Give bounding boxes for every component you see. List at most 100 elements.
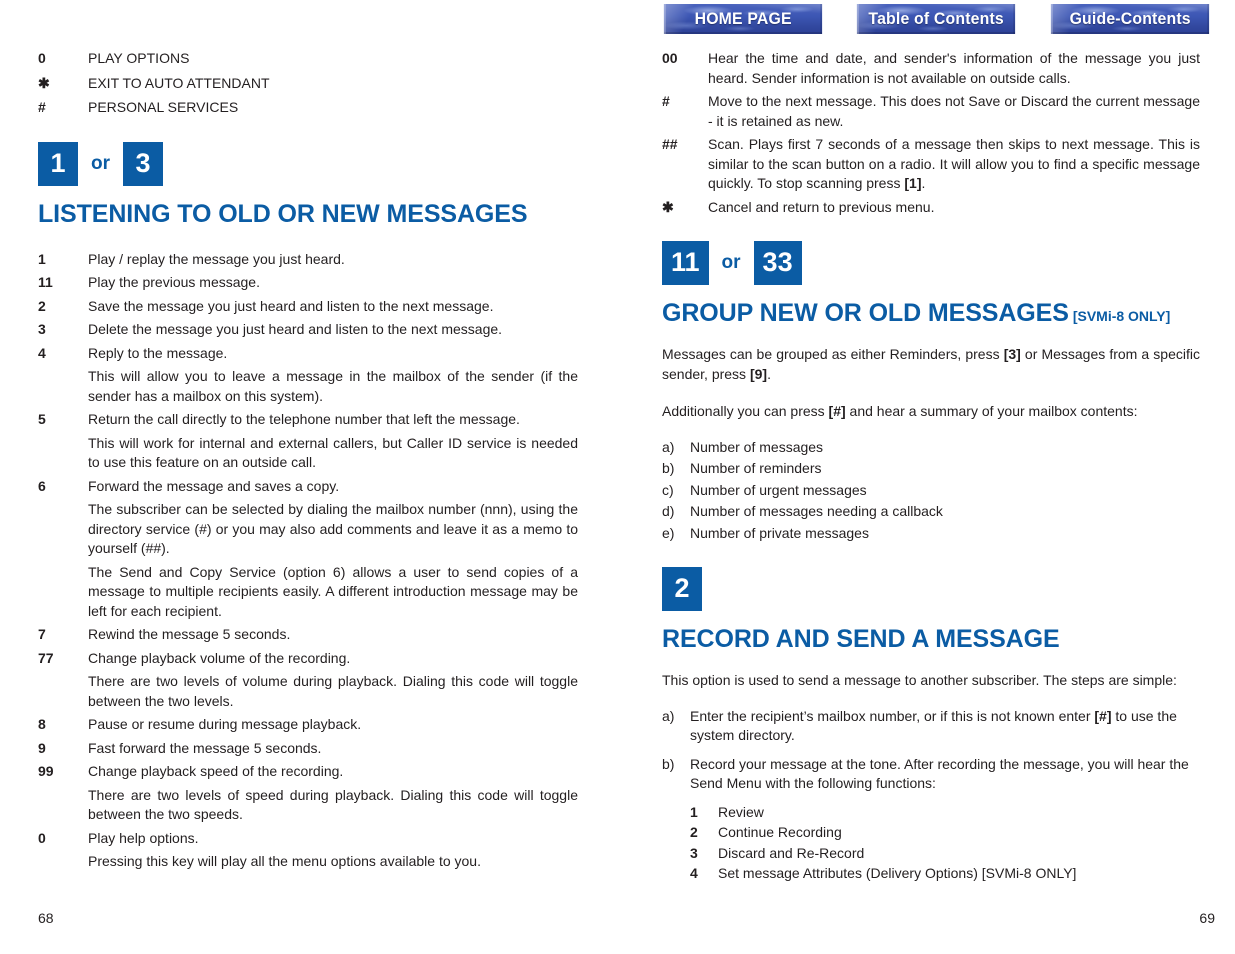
option-row: 1 Play / replay the message you just hea… bbox=[38, 250, 578, 270]
right-page-column: 00 Hear the time and date, and sender's … bbox=[662, 0, 1200, 885]
option-text: Hear the time and date, and sender's inf… bbox=[708, 50, 1200, 86]
option-key: 3 bbox=[38, 321, 46, 337]
option-text: Play / replay the message you just heard… bbox=[88, 250, 345, 267]
send-menu-row: 2 Continue Recording bbox=[690, 823, 1200, 843]
section-title: RECORD AND SEND A MESSAGE bbox=[662, 625, 1060, 653]
option-row: 6 Forward the message and saves a copy. bbox=[38, 477, 578, 497]
option-note: The subscriber can be selected by dialin… bbox=[88, 501, 578, 556]
key-badge: 1 bbox=[38, 141, 78, 186]
send-menu-key: 1 bbox=[690, 803, 698, 820]
option-row: 0 PLAY OPTIONS bbox=[38, 49, 578, 69]
listening-options-list: 1 Play / replay the message you just hea… bbox=[38, 250, 578, 872]
option-row: # PERSONAL SERVICES bbox=[38, 98, 578, 118]
asterisk-icon: ✱ bbox=[38, 74, 50, 91]
option-row: 99 Change playback speed of the recordin… bbox=[38, 762, 578, 782]
option-text: Play help options. bbox=[88, 829, 199, 846]
left-page-column: 0 PLAY OPTIONS ✱ EXIT TO AUTO ATTENDANT … bbox=[38, 0, 578, 876]
key-badge: 33 bbox=[753, 241, 802, 285]
list-item: c) Number of urgent messages bbox=[662, 481, 1200, 501]
badge-group: 2 bbox=[662, 567, 1200, 611]
option-key: ## bbox=[662, 136, 678, 152]
list-marker: d) bbox=[662, 503, 675, 519]
option-key: 1 bbox=[38, 250, 46, 267]
list-text: Number of reminders bbox=[690, 460, 822, 476]
hash-icon: # bbox=[38, 99, 46, 115]
page-number-left: 68 bbox=[38, 910, 54, 926]
option-text: Reply to the message. bbox=[88, 344, 228, 361]
section-header-group-messages: 11 or 33 GROUP NEW OR OLD MESSAGES [SVMi-… bbox=[662, 241, 1200, 327]
option-label: PLAY OPTIONS bbox=[88, 50, 190, 66]
option-row: ## Scan. Plays first 7 seconds of a mess… bbox=[662, 135, 1200, 194]
section-header-record-send: 2 RECORD AND SEND A MESSAGE bbox=[662, 567, 1200, 653]
continued-options-list: 00 Hear the time and date, and sender's … bbox=[662, 49, 1200, 217]
list-marker: a) bbox=[662, 707, 675, 724]
section-title: LISTENING TO OLD OR NEW MESSAGES bbox=[38, 199, 528, 228]
option-text: Rewind the message 5 seconds. bbox=[88, 626, 291, 642]
option-row: 11 Play the previous message. bbox=[38, 273, 578, 293]
send-menu-list: 1 Review 2 Continue Recording 3 Discard … bbox=[690, 803, 1200, 884]
option-note: This will allow you to leave a message i… bbox=[88, 368, 578, 404]
option-row: ✱ Cancel and return to previous menu. bbox=[662, 198, 1200, 218]
send-menu-text: Set message Attributes (Delivery Options… bbox=[718, 865, 1077, 881]
send-menu-text: Review bbox=[718, 803, 764, 820]
badge-or-separator: or bbox=[721, 252, 741, 273]
option-key: 00 bbox=[662, 50, 678, 66]
section-title: GROUP NEW OR OLD MESSAGES [SVMi-8 ONLY] bbox=[662, 299, 1200, 327]
list-marker: b) bbox=[662, 460, 675, 476]
list-text: Number of messages needing a callback bbox=[690, 503, 943, 519]
list-item: a) Enter the recipient’s mailbox number,… bbox=[662, 707, 1200, 746]
option-text: Pause or resume during message playback. bbox=[88, 716, 362, 732]
option-key: 2 bbox=[38, 297, 46, 314]
record-intro-paragraph: This option is used to send a message to… bbox=[662, 672, 1177, 688]
list-marker: c) bbox=[662, 481, 674, 498]
key-badge: 11 bbox=[662, 241, 709, 285]
option-text: Fast forward the message 5 seconds. bbox=[88, 739, 322, 756]
send-menu-key: 4 bbox=[690, 865, 698, 881]
badge-group: 1 or 3 bbox=[38, 141, 578, 186]
option-row: 5 Return the call directly to the teleph… bbox=[38, 410, 578, 430]
option-key: 5 bbox=[38, 411, 46, 427]
asterisk-icon: ✱ bbox=[662, 198, 674, 215]
option-note: The Send and Copy Service (option 6) all… bbox=[88, 563, 578, 619]
send-menu-key: 3 bbox=[690, 844, 698, 861]
option-text: Change playback volume of the recording. bbox=[88, 649, 351, 666]
option-key: 0 bbox=[38, 829, 46, 846]
list-item: d) Number of messages needing a callback bbox=[662, 502, 1200, 522]
send-menu-row: 3 Discard and Re-Record bbox=[690, 844, 1200, 864]
option-note: Pressing this key will play all the menu… bbox=[88, 853, 481, 869]
option-key: 9 bbox=[38, 739, 46, 756]
record-steps-list: a) Enter the recipient’s mailbox number,… bbox=[662, 707, 1200, 794]
option-text: Return the call directly to the telephon… bbox=[88, 411, 520, 427]
list-item: e) Number of private messages bbox=[662, 524, 1200, 544]
option-note: There are two levels of volume during pl… bbox=[88, 673, 578, 709]
option-row: 00 Hear the time and date, and sender's … bbox=[662, 49, 1200, 88]
group-paragraph-1: Messages can be grouped as either Remind… bbox=[662, 346, 1200, 382]
list-text: Number of private messages bbox=[690, 524, 869, 541]
option-text: Change playback speed of the recording. bbox=[88, 763, 344, 779]
option-row: 2 Save the message you just heard and li… bbox=[38, 297, 578, 317]
key-badge: 3 bbox=[123, 141, 163, 186]
list-marker: b) bbox=[662, 755, 675, 772]
option-note: There are two levels of speed during pla… bbox=[88, 786, 578, 823]
option-key: 7 bbox=[38, 626, 46, 642]
option-key: 8 bbox=[38, 716, 46, 732]
option-text: Cancel and return to previous menu. bbox=[708, 198, 935, 215]
option-row: 3 Delete the message you just heard and … bbox=[38, 320, 578, 340]
send-menu-text: Discard and Re-Record bbox=[718, 844, 865, 861]
option-row: 0 Play help options. bbox=[38, 829, 578, 849]
option-key: 11 bbox=[38, 274, 53, 290]
option-text: Scan. Plays first 7 seconds of a message… bbox=[708, 136, 1200, 191]
option-label: PERSONAL SERVICES bbox=[88, 99, 239, 115]
option-text: Delete the message you just heard and li… bbox=[88, 321, 503, 337]
option-row: ✱ EXIT TO AUTO ATTENDANT bbox=[38, 74, 578, 94]
key-badge: 2 bbox=[662, 567, 702, 611]
list-text: Record your message at the tone. After r… bbox=[690, 755, 1189, 792]
option-key: 4 bbox=[38, 344, 46, 361]
list-text: Number of urgent messages bbox=[690, 481, 867, 498]
list-text: Enter the recipient’s mailbox number, or… bbox=[690, 707, 1177, 744]
section-title-suffix: [SVMi-8 ONLY] bbox=[1072, 308, 1171, 324]
option-text: Save the message you just heard and list… bbox=[88, 297, 494, 314]
list-text: Number of messages bbox=[690, 438, 824, 455]
list-marker: a) bbox=[662, 438, 675, 455]
option-key: 77 bbox=[38, 649, 54, 666]
